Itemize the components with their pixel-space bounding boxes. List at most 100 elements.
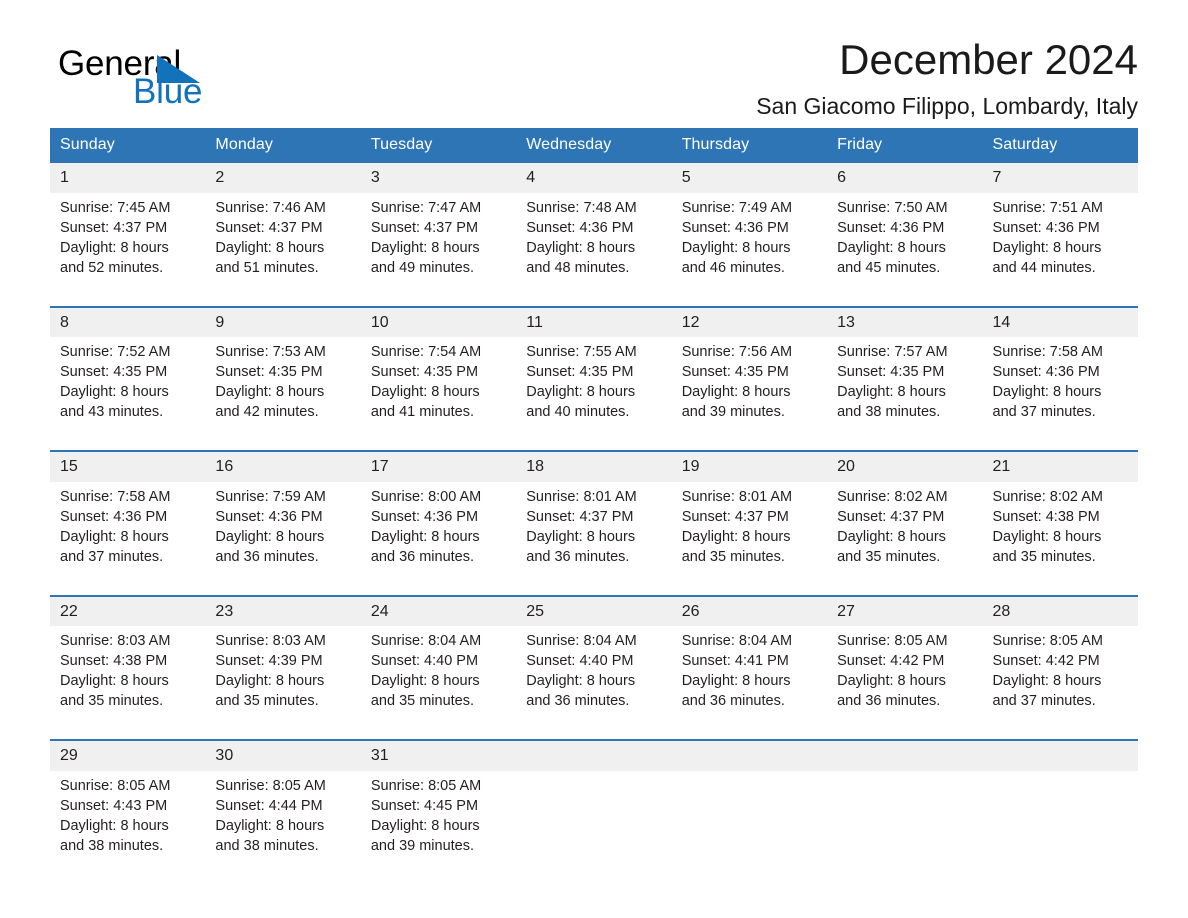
calendar-grid: Sunday Monday Tuesday Wednesday Thursday… bbox=[50, 128, 1138, 884]
day-details: Sunrise: 7:58 AM Sunset: 4:36 PM Dayligh… bbox=[60, 488, 171, 565]
day-cell: Sunrise: 7:54 AM Sunset: 4:35 PM Dayligh… bbox=[360, 337, 517, 452]
general-blue-logo: General Blue bbox=[58, 46, 358, 120]
empty-day-number bbox=[982, 739, 1138, 771]
day-number: 17 bbox=[360, 450, 517, 482]
calendar-page: General Blue December 2024 San Giacomo F… bbox=[0, 0, 1188, 918]
weekday-header-tuesday: Tuesday bbox=[360, 128, 517, 163]
day-number: 13 bbox=[827, 305, 983, 338]
empty-day-number bbox=[671, 739, 828, 771]
day-number: 2 bbox=[205, 163, 361, 193]
day-number: 30 bbox=[205, 739, 361, 771]
day-number: 18 bbox=[516, 450, 672, 482]
day-cell: Sunrise: 7:57 AM Sunset: 4:35 PM Dayligh… bbox=[827, 337, 983, 452]
day-number: 6 bbox=[827, 163, 983, 193]
day-details: Sunrise: 8:04 AM Sunset: 4:40 PM Dayligh… bbox=[526, 633, 637, 710]
day-details: Sunrise: 7:55 AM Sunset: 4:35 PM Dayligh… bbox=[526, 344, 637, 421]
week-date-row: 22 23 24 25 26 27 28 bbox=[50, 594, 1138, 627]
day-details: Sunrise: 8:05 AM Sunset: 4:43 PM Dayligh… bbox=[60, 777, 171, 854]
day-cell: Sunrise: 8:05 AM Sunset: 4:42 PM Dayligh… bbox=[982, 626, 1138, 741]
day-cell: Sunrise: 7:58 AM Sunset: 4:36 PM Dayligh… bbox=[982, 337, 1138, 452]
day-cell: Sunrise: 7:51 AM Sunset: 4:36 PM Dayligh… bbox=[982, 192, 1138, 307]
week-date-row: 8 9 10 11 12 13 14 bbox=[50, 305, 1138, 338]
day-details: Sunrise: 7:49 AM Sunset: 4:36 PM Dayligh… bbox=[681, 199, 793, 276]
day-number: 1 bbox=[50, 163, 206, 193]
week-info-row: Sunrise: 7:45 AM Sunset: 4:37 PM Dayligh… bbox=[50, 192, 1138, 307]
week-info-row: Sunrise: 8:05 AM Sunset: 4:43 PM Dayligh… bbox=[50, 770, 1138, 884]
page-title: December 2024 bbox=[839, 36, 1138, 83]
day-details: Sunrise: 8:01 AM Sunset: 4:37 PM Dayligh… bbox=[526, 488, 637, 565]
empty-day-cell bbox=[982, 770, 1138, 884]
day-number: 21 bbox=[982, 450, 1138, 482]
day-details: Sunrise: 8:03 AM Sunset: 4:39 PM Dayligh… bbox=[215, 633, 326, 710]
page-header: General Blue December 2024 San Giacomo F… bbox=[50, 0, 1138, 118]
weekday-header-monday: Monday bbox=[205, 128, 361, 163]
day-details: Sunrise: 7:54 AM Sunset: 4:35 PM Dayligh… bbox=[370, 344, 482, 421]
day-details: Sunrise: 7:56 AM Sunset: 4:35 PM Dayligh… bbox=[681, 344, 793, 421]
day-details: Sunrise: 7:46 AM Sunset: 4:37 PM Dayligh… bbox=[215, 199, 326, 276]
day-cell: Sunrise: 7:50 AM Sunset: 4:36 PM Dayligh… bbox=[827, 192, 983, 307]
day-cell: Sunrise: 8:05 AM Sunset: 4:45 PM Dayligh… bbox=[360, 770, 517, 884]
day-details: Sunrise: 7:51 AM Sunset: 4:36 PM Dayligh… bbox=[992, 199, 1103, 276]
day-number: 16 bbox=[205, 450, 361, 482]
weekday-header-sunday: Sunday bbox=[50, 128, 206, 163]
day-details: Sunrise: 8:05 AM Sunset: 4:45 PM Dayligh… bbox=[370, 777, 482, 854]
day-details: Sunrise: 8:04 AM Sunset: 4:40 PM Dayligh… bbox=[370, 633, 482, 710]
day-cell: Sunrise: 8:05 AM Sunset: 4:43 PM Dayligh… bbox=[50, 770, 206, 884]
day-cell: Sunrise: 8:05 AM Sunset: 4:44 PM Dayligh… bbox=[205, 770, 361, 884]
day-number: 12 bbox=[671, 305, 828, 338]
day-number: 7 bbox=[982, 163, 1138, 193]
day-number: 10 bbox=[360, 305, 517, 338]
weekday-header-saturday: Saturday bbox=[982, 128, 1138, 163]
day-number: 31 bbox=[360, 739, 517, 771]
day-cell: Sunrise: 8:02 AM Sunset: 4:38 PM Dayligh… bbox=[982, 481, 1138, 596]
day-number: 22 bbox=[50, 594, 206, 627]
day-details: Sunrise: 8:01 AM Sunset: 4:37 PM Dayligh… bbox=[681, 488, 793, 565]
day-number: 27 bbox=[827, 594, 983, 627]
day-cell: Sunrise: 7:59 AM Sunset: 4:36 PM Dayligh… bbox=[205, 481, 361, 596]
day-cell: Sunrise: 8:01 AM Sunset: 4:37 PM Dayligh… bbox=[671, 481, 828, 596]
weekday-header-friday: Friday bbox=[827, 128, 983, 163]
day-number: 5 bbox=[671, 163, 828, 193]
day-number: 3 bbox=[360, 163, 517, 193]
day-number: 19 bbox=[671, 450, 828, 482]
day-details: Sunrise: 7:45 AM Sunset: 4:37 PM Dayligh… bbox=[60, 199, 171, 276]
empty-day-number bbox=[827, 739, 983, 771]
calendar-header-row: Sunday Monday Tuesday Wednesday Thursday… bbox=[50, 128, 1138, 163]
day-number: 14 bbox=[982, 305, 1138, 338]
day-details: Sunrise: 7:48 AM Sunset: 4:36 PM Dayligh… bbox=[526, 199, 637, 276]
week-info-row: Sunrise: 7:52 AM Sunset: 4:35 PM Dayligh… bbox=[50, 337, 1138, 452]
title-block: December 2024 San Giacomo Filippo, Lomba… bbox=[756, 36, 1138, 119]
calendar-table: Sunday Monday Tuesday Wednesday Thursday… bbox=[50, 128, 1138, 884]
day-cell: Sunrise: 8:02 AM Sunset: 4:37 PM Dayligh… bbox=[827, 481, 983, 596]
day-cell: Sunrise: 8:05 AM Sunset: 4:42 PM Dayligh… bbox=[827, 626, 983, 741]
weekday-header-wednesday: Wednesday bbox=[516, 128, 672, 163]
day-cell: Sunrise: 8:04 AM Sunset: 4:40 PM Dayligh… bbox=[360, 626, 517, 741]
day-details: Sunrise: 8:05 AM Sunset: 4:42 PM Dayligh… bbox=[992, 633, 1103, 710]
day-details: Sunrise: 8:05 AM Sunset: 4:42 PM Dayligh… bbox=[837, 633, 948, 710]
week-date-row: 29 30 31 bbox=[50, 739, 1138, 771]
empty-day-cell bbox=[516, 770, 672, 884]
week-date-row: 1 2 3 4 5 6 7 bbox=[50, 163, 1138, 193]
day-cell: Sunrise: 8:03 AM Sunset: 4:38 PM Dayligh… bbox=[50, 626, 206, 741]
day-details: Sunrise: 7:50 AM Sunset: 4:36 PM Dayligh… bbox=[837, 199, 948, 276]
day-cell: Sunrise: 7:52 AM Sunset: 4:35 PM Dayligh… bbox=[50, 337, 206, 452]
day-cell: Sunrise: 7:48 AM Sunset: 4:36 PM Dayligh… bbox=[516, 192, 672, 307]
day-details: Sunrise: 7:57 AM Sunset: 4:35 PM Dayligh… bbox=[837, 344, 948, 421]
day-cell: Sunrise: 8:00 AM Sunset: 4:36 PM Dayligh… bbox=[360, 481, 517, 596]
day-cell: Sunrise: 8:01 AM Sunset: 4:37 PM Dayligh… bbox=[516, 481, 672, 596]
day-number: 9 bbox=[205, 305, 361, 338]
day-details: Sunrise: 8:02 AM Sunset: 4:38 PM Dayligh… bbox=[992, 488, 1103, 565]
day-details: Sunrise: 8:02 AM Sunset: 4:37 PM Dayligh… bbox=[837, 488, 948, 565]
day-cell: Sunrise: 7:53 AM Sunset: 4:35 PM Dayligh… bbox=[205, 337, 361, 452]
empty-day-number bbox=[516, 739, 672, 771]
weekday-header-thursday: Thursday bbox=[671, 128, 828, 163]
day-details: Sunrise: 7:52 AM Sunset: 4:35 PM Dayligh… bbox=[60, 344, 171, 421]
day-cell: Sunrise: 7:55 AM Sunset: 4:35 PM Dayligh… bbox=[516, 337, 672, 452]
day-cell: Sunrise: 7:45 AM Sunset: 4:37 PM Dayligh… bbox=[50, 192, 206, 307]
day-cell: Sunrise: 7:46 AM Sunset: 4:37 PM Dayligh… bbox=[205, 192, 361, 307]
day-details: Sunrise: 8:00 AM Sunset: 4:36 PM Dayligh… bbox=[370, 488, 482, 565]
day-number: 25 bbox=[516, 594, 672, 627]
day-details: Sunrise: 7:58 AM Sunset: 4:36 PM Dayligh… bbox=[992, 344, 1103, 421]
logo-text-blue: Blue bbox=[133, 72, 203, 111]
day-details: Sunrise: 7:59 AM Sunset: 4:36 PM Dayligh… bbox=[215, 488, 326, 565]
